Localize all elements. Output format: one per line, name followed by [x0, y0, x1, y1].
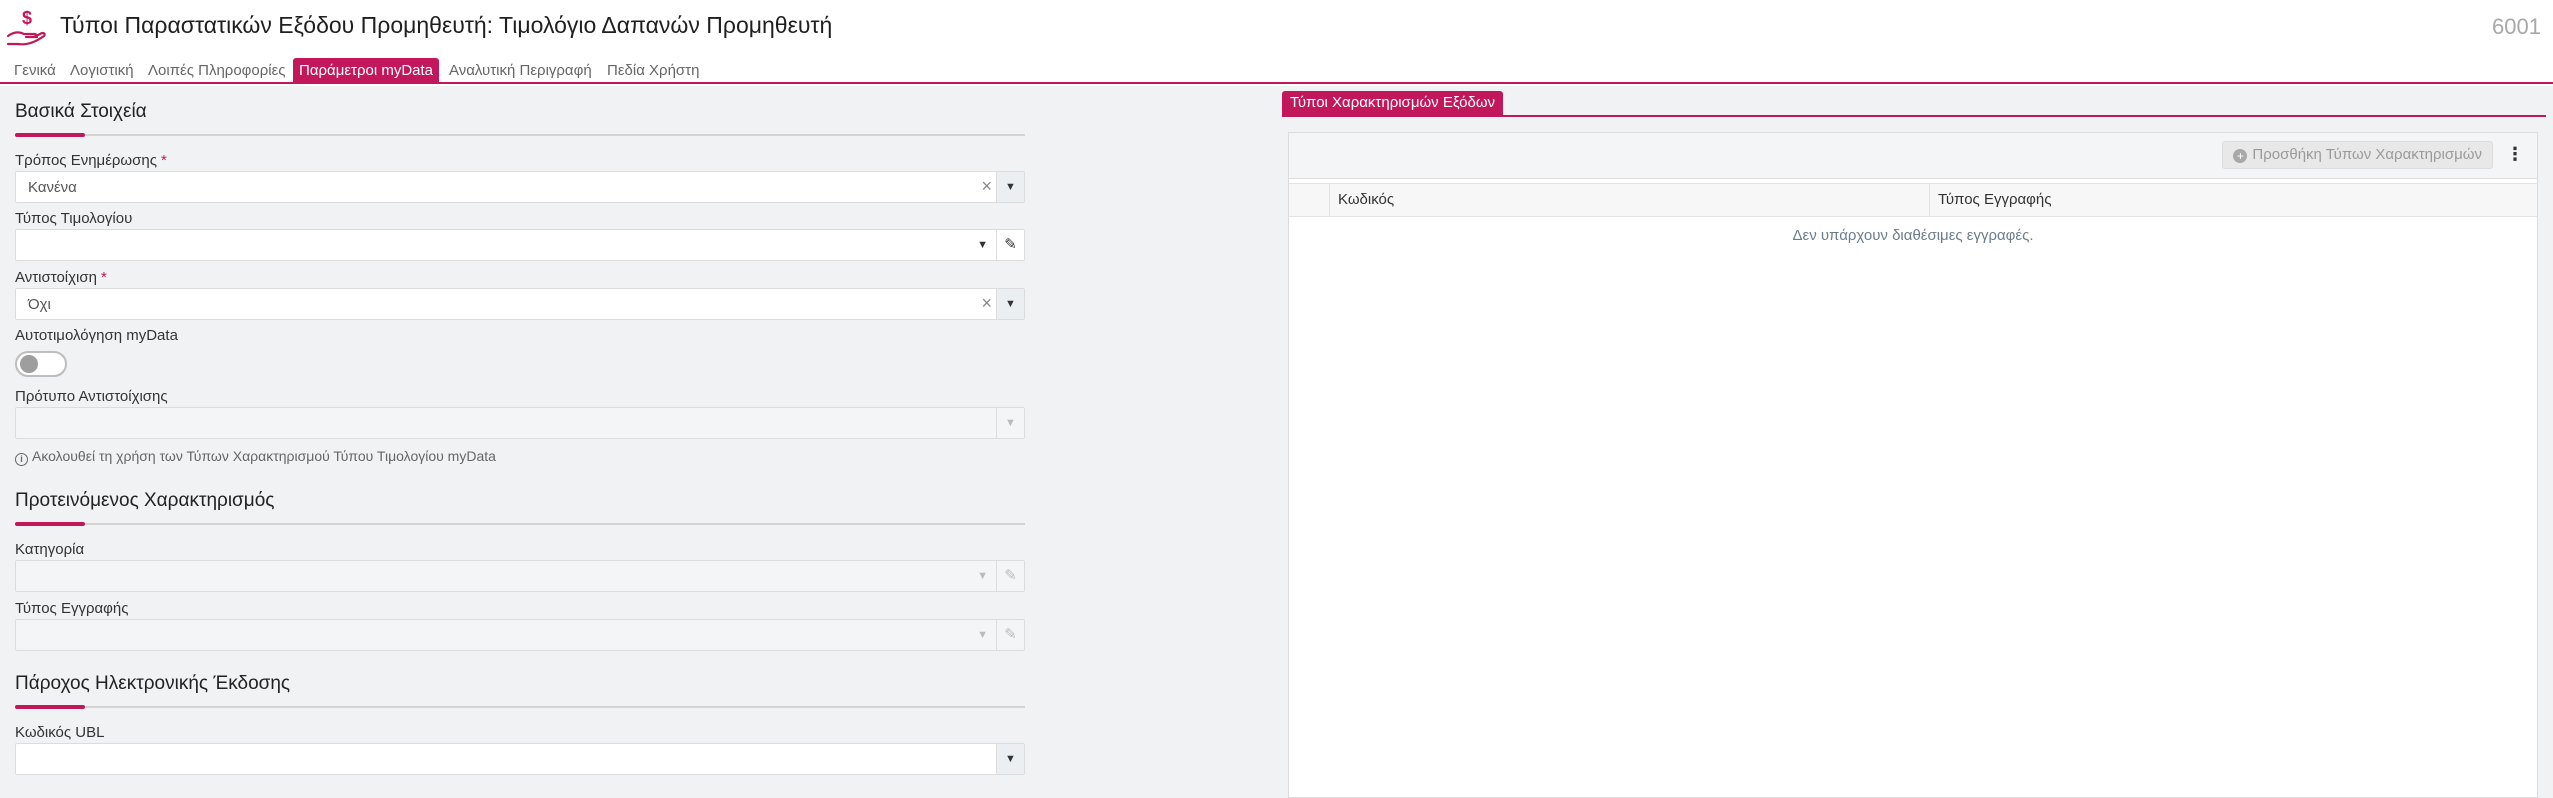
- tab-accounting[interactable]: Λογιστική: [64, 58, 140, 84]
- chevron-down-icon[interactable]: ▼: [977, 230, 988, 260]
- chevron-down-icon[interactable]: ▼: [977, 561, 988, 591]
- clear-icon[interactable]: ×: [981, 176, 992, 197]
- mapping-value: Όχι: [28, 296, 51, 313]
- chevron-down-icon[interactable]: ▼: [996, 408, 1024, 438]
- mapping-template-label: Πρότυπο Αντιστοίχισης: [15, 388, 168, 405]
- section-title-provider: Πάροχος Ηλεκτρονικής Έκδοσης: [15, 673, 291, 694]
- tab-expense-characterization-types[interactable]: Τύποι Χαρακτηρισμών Εξόδων: [1282, 91, 1504, 115]
- category-label: Κατηγορία: [15, 541, 85, 558]
- ubl-code-select[interactable]: ▼: [15, 743, 1025, 775]
- pencil-icon[interactable]: ✎: [996, 561, 1024, 591]
- tab-underline: [1282, 115, 2546, 117]
- mapping-select[interactable]: Όχι × ▼: [15, 288, 1025, 320]
- entry-type-select[interactable]: ▼ ✎: [15, 619, 1025, 651]
- section-divider: [15, 705, 1025, 709]
- column-header-entry-type[interactable]: Τύπος Εγγραφής: [1929, 184, 2525, 216]
- ubl-code-label: Κωδικός UBL: [15, 724, 105, 741]
- invoice-type-label: Τύπος Τιμολογίου: [15, 210, 133, 227]
- info-icon: i: [15, 453, 28, 466]
- tab-other-info[interactable]: Λοιπές Πληροφορίες: [142, 58, 292, 84]
- characterization-panel: Τύποι Χαρακτηρισμών Εξόδων + Προσθήκη Τύπ…: [1282, 86, 2553, 798]
- tab-general[interactable]: Γενικά: [8, 58, 62, 84]
- chevron-down-icon[interactable]: ▼: [996, 289, 1024, 319]
- chevron-down-icon[interactable]: ▼: [996, 744, 1024, 774]
- tab-detailed-description[interactable]: Αναλυτική Περιγραφή: [443, 58, 598, 84]
- characterization-grid: + Προσθήκη Τύπων Χαρακτηρισμών ⋮ Κωδικός …: [1288, 132, 2538, 798]
- update-mode-select[interactable]: Κανένα × ▼: [15, 171, 1025, 203]
- hand-money-icon: $: [6, 8, 46, 46]
- grid-toolbar: + Προσθήκη Τύπων Χαρακτηρισμών ⋮: [1289, 133, 2537, 179]
- chevron-down-icon[interactable]: ▼: [996, 172, 1024, 202]
- tab-user-fields[interactable]: Πεδία Χρήστη: [601, 58, 705, 84]
- add-characterization-button[interactable]: + Προσθήκη Τύπων Χαρακτηρισμών: [2222, 141, 2493, 169]
- clear-icon[interactable]: ×: [981, 293, 992, 314]
- update-mode-value: Κανένα: [28, 179, 77, 196]
- plus-circle-icon: +: [2233, 149, 2248, 163]
- section-divider: [15, 522, 1025, 526]
- auto-invoicing-toggle[interactable]: [15, 351, 67, 377]
- page-header: $ Τύποι Παραστατικών Εξόδου Προμηθευτή: …: [0, 0, 2553, 52]
- entry-type-label: Τύπος Εγγραφής: [15, 600, 129, 617]
- mapping-template-select[interactable]: ▼: [15, 407, 1025, 439]
- pencil-icon[interactable]: ✎: [996, 620, 1024, 650]
- svg-text:$: $: [22, 8, 32, 28]
- auto-invoicing-label: Αυτοτιμολόγηση myData: [15, 327, 178, 344]
- update-mode-label: Τρόπος Ενημέρωσης *: [15, 152, 167, 169]
- column-header-code[interactable]: Κωδικός: [1329, 184, 1929, 216]
- section-title-suggested: Προτεινόμενος Χαρακτηρισμός: [15, 490, 275, 511]
- record-code: 6001: [2492, 14, 2541, 39]
- pencil-icon[interactable]: ✎: [996, 230, 1024, 260]
- chevron-down-icon[interactable]: ▼: [977, 620, 988, 650]
- category-select[interactable]: ▼ ✎: [15, 560, 1025, 592]
- grid-header: Κωδικός Τύπος Εγγραφής: [1289, 183, 2537, 217]
- section-divider: [15, 133, 1025, 137]
- mapping-label: Αντιστοίχιση *: [15, 269, 107, 286]
- section-title-basic: Βασικά Στοιχεία: [15, 101, 147, 122]
- toggle-knob: [20, 355, 38, 373]
- form-panel: Βασικά Στοιχεία Τρόπος Ενημέρωσης * Κανέν…: [0, 86, 1282, 798]
- invoice-type-select[interactable]: ▼ ✎: [15, 229, 1025, 261]
- tab-bar: Γενικά Λογιστική Λοιπές Πληροφορίες Παρά…: [0, 56, 2553, 84]
- page-title: Τύποι Παραστατικών Εξόδου Προμηθευτή: Τι…: [60, 12, 833, 38]
- tab-mydata-params[interactable]: Παράμετροι myData: [293, 58, 440, 84]
- mydata-hint: i Ακολουθεί τη χρήση των Τύπων Χαρακτηρισ…: [15, 448, 496, 466]
- empty-grid-message: Δεν υπάρχουν διαθέσιμες εγγραφές.: [1792, 227, 2034, 244]
- more-vertical-icon[interactable]: ⋮: [2505, 143, 2525, 167]
